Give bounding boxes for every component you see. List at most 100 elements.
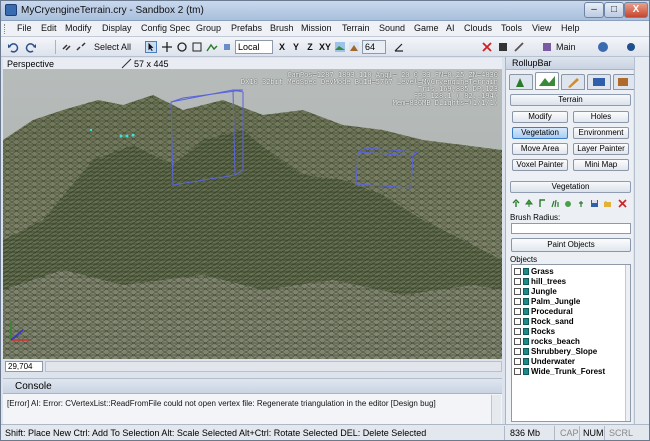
remove-vegetation-icon[interactable]	[618, 199, 627, 208]
menu-tools[interactable]: Tools	[501, 23, 522, 33]
fill-icon[interactable]	[497, 41, 509, 53]
object-checkbox[interactable]	[514, 268, 521, 275]
object-name: Rock_sand	[531, 317, 574, 326]
menu-file[interactable]: File	[17, 23, 32, 33]
vegetation-object-list[interactable]: Grass hill_trees Jungle Palm_Jungle Proc…	[511, 264, 631, 422]
sphere-icon[interactable]	[625, 41, 637, 53]
object-checkbox[interactable]	[514, 338, 521, 345]
redo-icon[interactable]	[25, 41, 37, 53]
layers-tab-icon	[618, 78, 628, 86]
layer-painter-button[interactable]: Layer Painter	[573, 143, 629, 155]
maximize-button[interactable]: □	[604, 2, 624, 18]
axis-x-button[interactable]: X	[277, 40, 287, 54]
tree-icon[interactable]	[525, 199, 534, 208]
plant-icon[interactable]	[577, 199, 586, 208]
object-checkbox[interactable]	[514, 298, 521, 305]
resolution-icon[interactable]	[121, 58, 132, 69]
grid-snap-select[interactable]: 64	[362, 40, 386, 54]
tab-display[interactable]	[587, 74, 611, 90]
minimize-button[interactable]: –	[584, 2, 604, 18]
menu-mission[interactable]: Mission	[301, 23, 332, 33]
rotate-icon[interactable]	[176, 41, 188, 53]
viewport-scrollbar[interactable]	[45, 361, 502, 372]
folder-icon[interactable]	[603, 199, 612, 208]
object-checkbox[interactable]	[514, 348, 521, 355]
menu-edit[interactable]: Edit	[41, 23, 57, 33]
paint-objects-button[interactable]: Paint Objects	[511, 238, 631, 252]
tool-icon[interactable]	[513, 41, 525, 53]
move-area-button[interactable]: Move Area	[512, 143, 568, 155]
console-scrollbar[interactable]	[491, 395, 501, 425]
group-icon	[523, 298, 529, 305]
title-bar: MyCryengineTerrain.cry - Sandbox 2 (tm) …	[1, 1, 649, 21]
object-checkbox[interactable]	[514, 278, 521, 285]
coord-system-select[interactable]: Local	[235, 40, 273, 54]
layers-icon[interactable]	[541, 41, 553, 53]
vegetation-panel-title[interactable]: Vegetation	[510, 181, 631, 193]
axis-z-button[interactable]: Z	[305, 40, 315, 54]
axis-y-button[interactable]: Y	[291, 40, 301, 54]
objects-label: Objects	[510, 255, 538, 264]
menu-help[interactable]: Help	[561, 23, 580, 33]
viewport-name[interactable]: Perspective	[7, 59, 54, 69]
move-icon[interactable]	[161, 41, 173, 53]
terrain-snap-icon[interactable]	[206, 41, 218, 53]
unlink-icon[interactable]	[75, 41, 87, 53]
brush-radius-input[interactable]	[511, 223, 631, 234]
menu-view[interactable]: View	[532, 23, 551, 33]
tab-terrain[interactable]	[535, 72, 559, 90]
tab-modeling[interactable]	[561, 74, 585, 90]
object-checkbox[interactable]	[514, 318, 521, 325]
menu-terrain[interactable]: Terrain	[342, 23, 370, 33]
object-follow-icon[interactable]	[348, 41, 360, 53]
modify-button[interactable]: Modify	[512, 111, 568, 123]
help-icon[interactable]	[597, 41, 609, 53]
environment-button[interactable]: Environment	[573, 127, 629, 139]
console-header: Console	[3, 379, 502, 394]
angle-snap-icon[interactable]	[393, 41, 405, 53]
object-list-scrollbar[interactable]	[625, 265, 630, 421]
close-button[interactable]: X	[624, 2, 648, 18]
link-icon[interactable]	[61, 41, 73, 53]
grass-icon[interactable]	[551, 199, 560, 208]
object-checkbox[interactable]	[514, 328, 521, 335]
object-checkbox[interactable]	[514, 358, 521, 365]
tree-alt-icon[interactable]	[538, 199, 547, 208]
holes-button[interactable]: Holes	[573, 111, 629, 123]
select-arrow-icon[interactable]	[145, 41, 157, 53]
menu-ai[interactable]: AI	[446, 23, 455, 33]
object-checkbox[interactable]	[514, 288, 521, 295]
undo-icon[interactable]	[7, 41, 19, 53]
axis-xy-button[interactable]: XY	[318, 40, 332, 54]
delete-icon[interactable]	[481, 41, 493, 53]
menu-brush[interactable]: Brush	[270, 23, 294, 33]
save-icon[interactable]	[590, 199, 599, 208]
bush-icon[interactable]	[564, 199, 573, 208]
snap-object-icon[interactable]	[221, 41, 233, 53]
status-scrl: SCRL	[609, 428, 634, 438]
object-checkbox[interactable]	[514, 308, 521, 315]
terrain-follow-icon[interactable]	[334, 41, 346, 53]
vegetation-button[interactable]: Vegetation	[512, 127, 568, 139]
menu-group[interactable]: Group	[196, 23, 221, 33]
3d-viewport[interactable]: CamPos=1287 1893 110 Angl= 20 0 33 FN=0.…	[3, 70, 502, 359]
coordinate-readout: 29,704	[5, 361, 43, 372]
menu-clouds[interactable]: Clouds	[464, 23, 492, 33]
add-vegetation-icon[interactable]	[512, 199, 521, 208]
select-mode-dropdown[interactable]: Select All	[94, 40, 131, 54]
terrain-panel-title[interactable]: Terrain	[510, 94, 631, 106]
layer-select[interactable]: Main	[556, 40, 576, 54]
menu-modify[interactable]: Modify	[65, 23, 92, 33]
menu-prefabs[interactable]: Prefabs	[231, 23, 262, 33]
menu-config-spec[interactable]: Config Spec	[141, 23, 190, 33]
object-checkbox[interactable]	[514, 368, 521, 375]
menu-display[interactable]: Display	[102, 23, 132, 33]
mini-map-button[interactable]: Mini Map	[573, 159, 629, 171]
menu-game[interactable]: Game	[414, 23, 439, 33]
window-title: MyCryengineTerrain.cry - Sandbox 2 (tm)	[21, 5, 204, 16]
voxel-painter-button[interactable]: Voxel Painter	[512, 159, 568, 171]
scale-icon[interactable]	[191, 41, 203, 53]
rollup-scrollbar[interactable]	[634, 57, 649, 424]
tab-objects[interactable]	[509, 74, 533, 90]
menu-sound[interactable]: Sound	[379, 23, 405, 33]
